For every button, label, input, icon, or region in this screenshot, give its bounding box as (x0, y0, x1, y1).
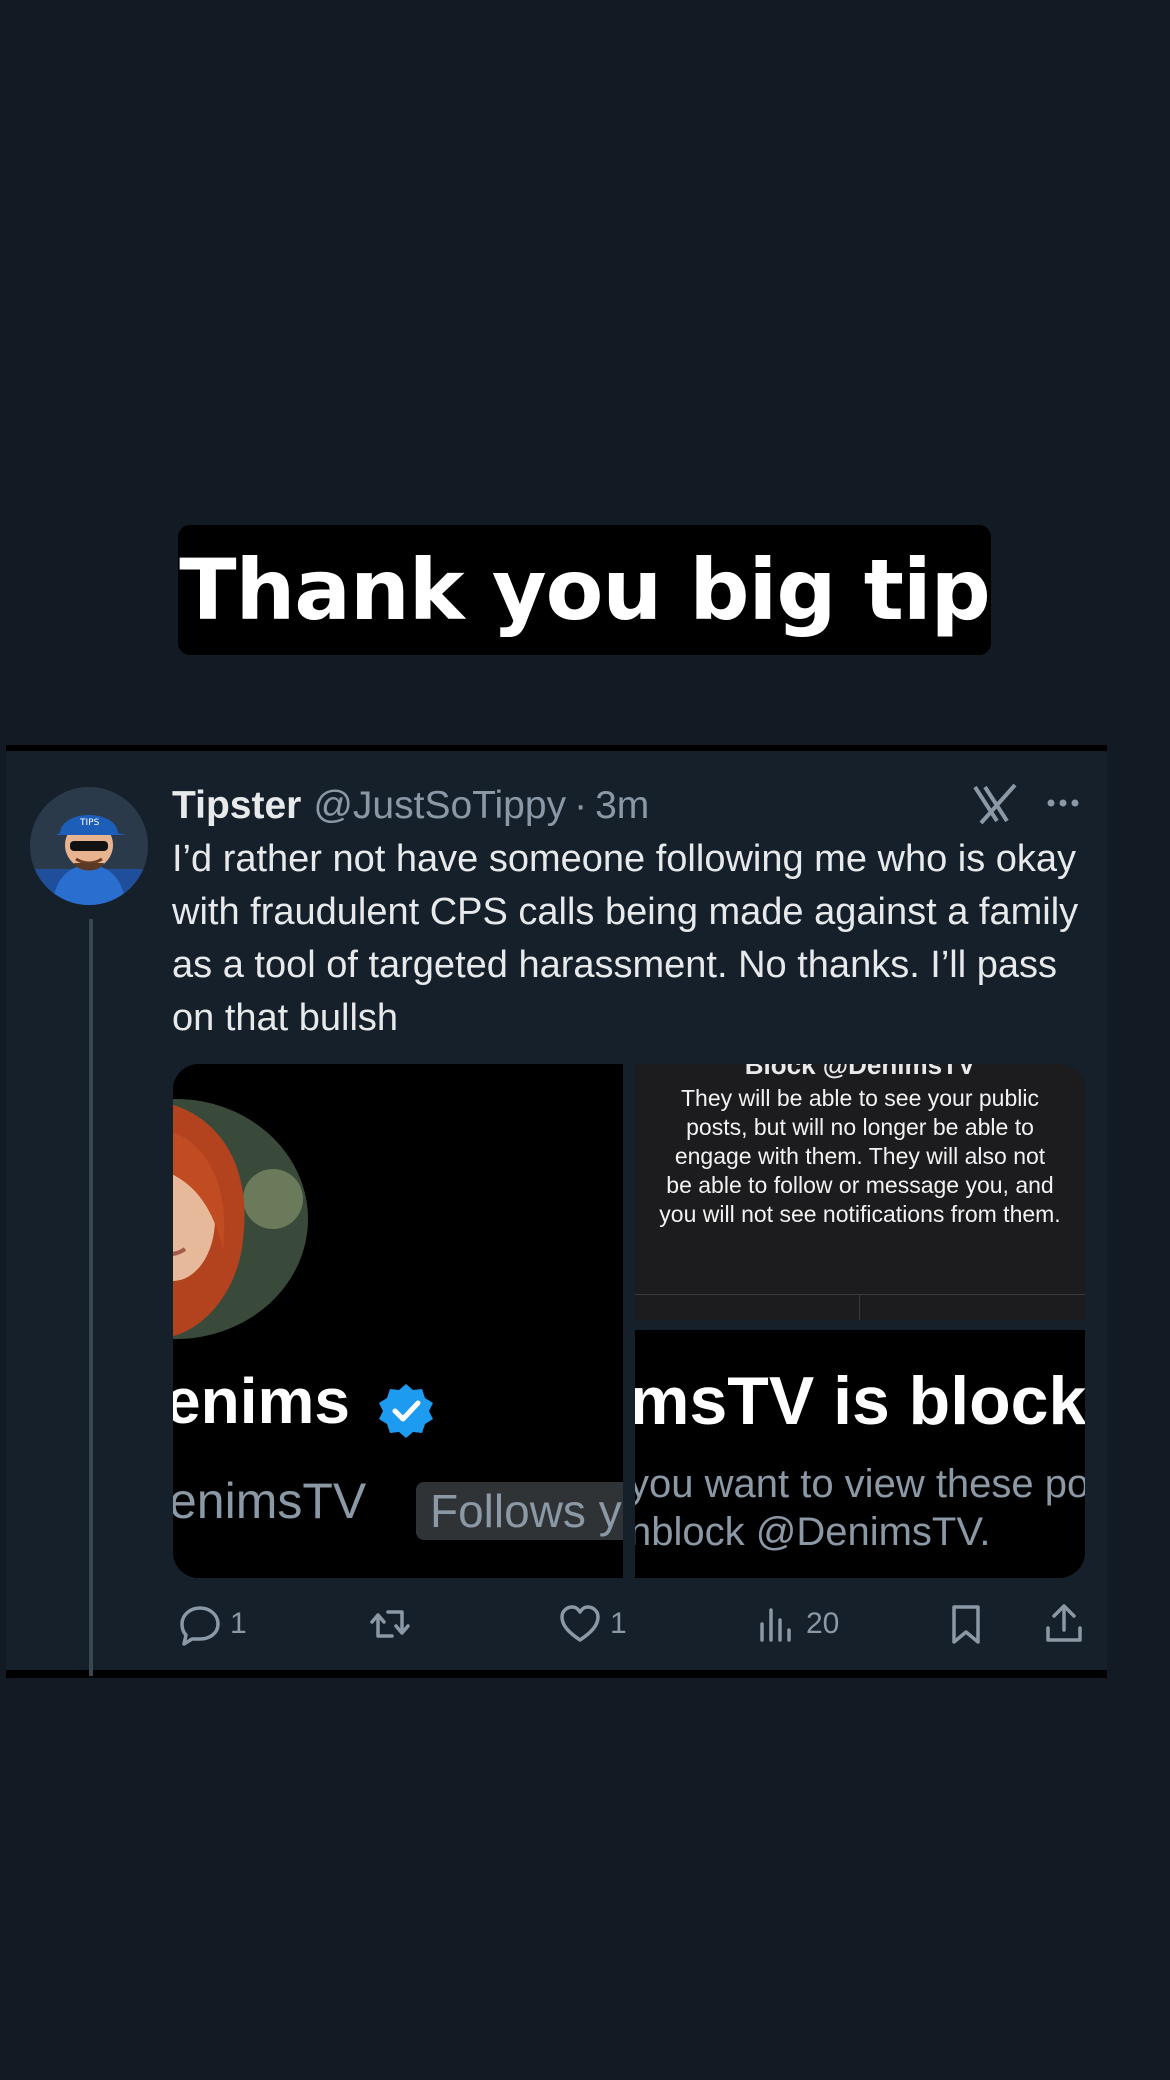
bookmark-icon (952, 1605, 980, 1644)
action-bar: 1 1 20 (172, 1596, 1092, 1652)
media-block-dialog[interactable]: Block @DenimsTV They will be able to see… (635, 1064, 1085, 1320)
caption-text: Thank you big tip (179, 541, 991, 639)
story-screen: Thank you big tip TIPS Tipster @JustSoTi… (0, 0, 1170, 2080)
story-caption: Thank you big tip (178, 525, 991, 655)
media-profile-screenshot[interactable]: enims enimsTV Follows y (173, 1064, 623, 1578)
views-count: 20 (806, 1607, 840, 1640)
like-button[interactable]: 1 (558, 1596, 627, 1652)
heart-icon (560, 1605, 600, 1642)
reply-icon (180, 1606, 220, 1646)
profile-photo (173, 1099, 308, 1339)
blocked-body: you want to view these po nblock @Denims… (635, 1460, 1085, 1556)
media-gap (623, 1064, 635, 1578)
more-options-icon[interactable] (1043, 783, 1083, 823)
profile-name: enims (173, 1365, 350, 1437)
post-time[interactable]: 3m (595, 784, 649, 828)
blocked-line-1: you want to view these po (635, 1462, 1085, 1506)
bookmark-button[interactable] (944, 1596, 988, 1652)
x-logo-icon (973, 783, 1017, 825)
media-blocked-notice[interactable]: msTV is block you want to view these po … (635, 1330, 1085, 1578)
dialog-title: Block @DenimsTV (744, 1064, 976, 1080)
profile-handle: enimsTV (173, 1473, 367, 1529)
blocked-line-2: nblock @DenimsTV. (635, 1510, 991, 1554)
cartoon-avatar-icon[interactable]: TIPS (30, 787, 148, 905)
media-gap-horizontal (635, 1320, 1085, 1330)
reply-button[interactable]: 1 (178, 1596, 247, 1652)
repost-icon (370, 1610, 410, 1638)
views-chart-icon (760, 1608, 791, 1642)
verified-badge-icon (379, 1384, 433, 1438)
user-handle[interactable]: @JustSoTippy (313, 784, 566, 828)
like-count: 1 (610, 1607, 627, 1640)
blocked-title: msTV is block (635, 1363, 1085, 1439)
tweet-header: Tipster @JustSoTippy · 3m (172, 781, 1107, 831)
repost-button[interactable] (368, 1596, 412, 1652)
tweet-text: I’d rather not have someone following me… (172, 838, 1079, 1039)
svg-text:TIPS: TIPS (79, 818, 100, 828)
share-icon (1046, 1604, 1082, 1642)
tweet-card[interactable]: TIPS Tipster @JustSoTippy · 3m I’d rathe… (6, 745, 1107, 1678)
thread-line (89, 919, 93, 1676)
reply-count: 1 (230, 1607, 247, 1640)
share-button[interactable] (1042, 1596, 1086, 1652)
separator: · (574, 784, 588, 827)
dialog-divider-vertical (859, 1294, 860, 1320)
dialog-divider (635, 1294, 1085, 1295)
dialog-body: They will be able to see your public pos… (659, 1085, 1061, 1227)
views-button[interactable]: 20 (754, 1596, 839, 1652)
follows-you-badge: Follows y (416, 1482, 623, 1540)
media-grid[interactable]: enims enimsTV Follows y Block @DenimsTV … (173, 1064, 1085, 1578)
display-name[interactable]: Tipster (172, 784, 301, 828)
